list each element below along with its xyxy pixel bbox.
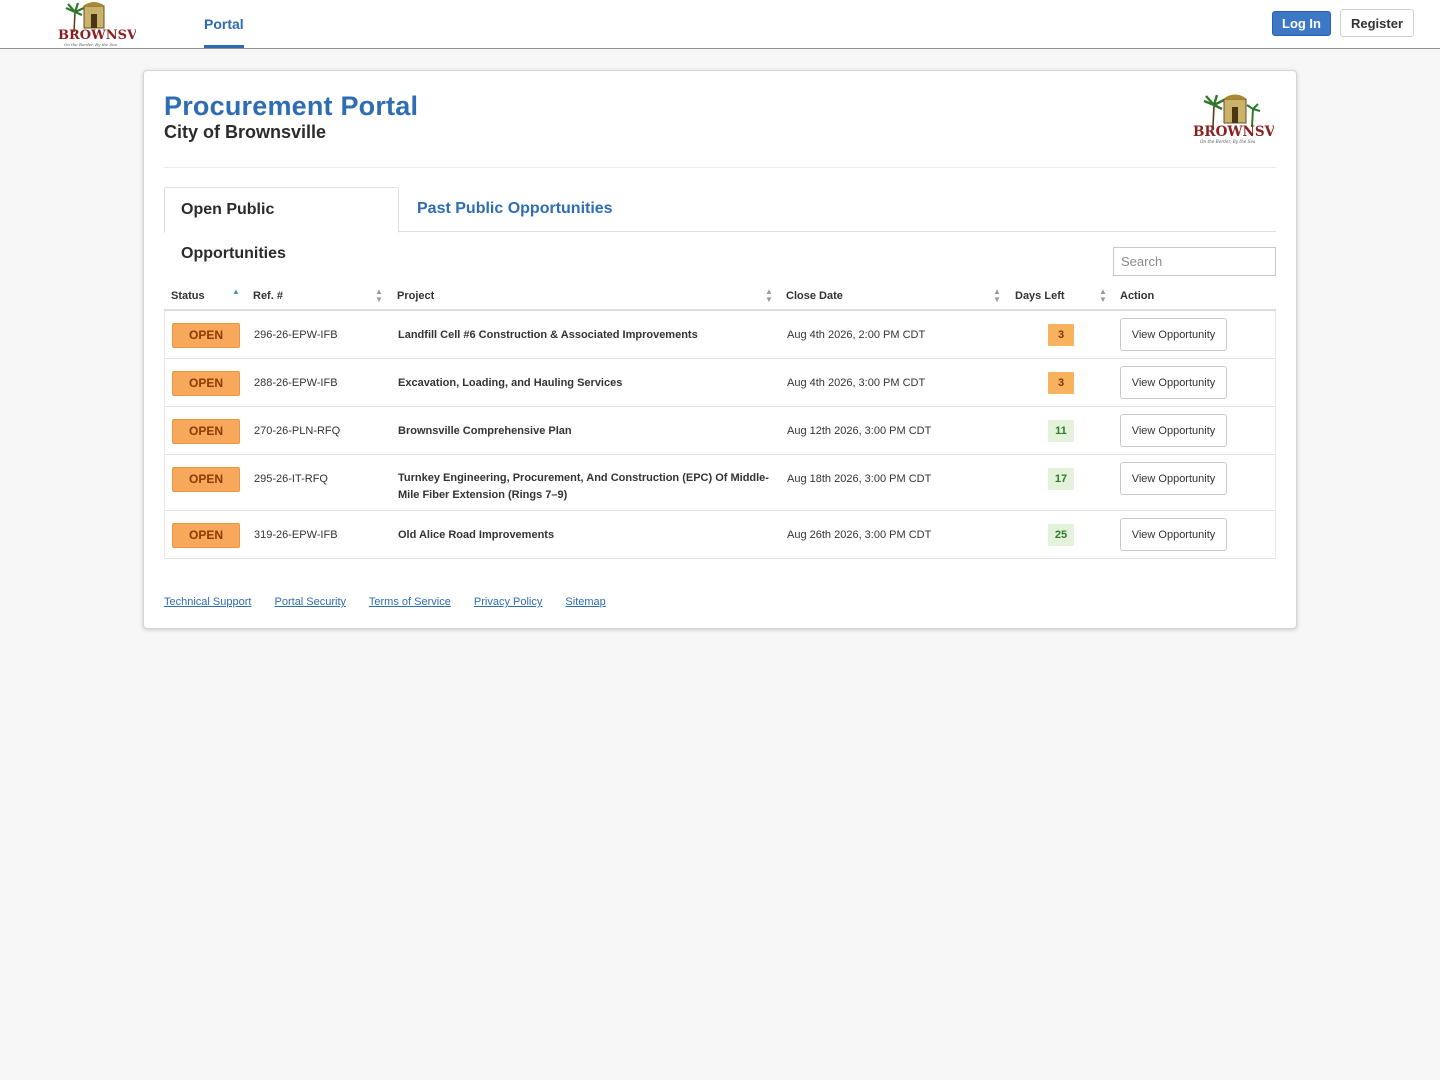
city-logo: BROWNSVILLE On the Border, By the Sea — [1193, 94, 1274, 144]
svg-text:BROWNSVILLE: BROWNSVILLE — [1193, 124, 1274, 140]
search-input[interactable] — [1113, 247, 1276, 276]
register-button[interactable]: Register — [1340, 9, 1414, 37]
header-divider — [164, 167, 1276, 168]
view-opportunity-button[interactable]: View Opportunity — [1120, 318, 1227, 351]
col-project-header[interactable]: Project — [397, 290, 434, 302]
building-icon — [83, 2, 105, 29]
footer-link-sitemap[interactable]: Sitemap — [565, 596, 605, 608]
view-opportunity-button[interactable]: View Opportunity — [1120, 518, 1227, 551]
opportunity-tabs: Open Public Opportunities Past Public Op… — [164, 187, 1276, 262]
footer-link-privacy-policy[interactable]: Privacy Policy — [474, 596, 542, 608]
table-header: Status ▲ Ref. # ▲ ▼ Project ▲ ▼ Close Date… — [164, 281, 1276, 311]
footer-link-technical-support[interactable]: Technical Support — [164, 596, 251, 608]
tab-open-opportunities[interactable]: Open Public Opportunities — [164, 187, 399, 262]
svg-text:On the Border, By the Sea: On the Border, By the Sea — [1200, 139, 1256, 144]
ref-number: 270-26-PLN-RFQ — [254, 425, 341, 437]
top-navbar: BROWNSVILLE On the Border, By the Sea Po… — [0, 0, 1440, 49]
table-row: OPEN 270-26-PLN-RFQ Brownsville Comprehe… — [164, 407, 1276, 455]
footer-link-terms-of-service[interactable]: Terms of Service — [369, 596, 451, 608]
building-icon — [1223, 94, 1261, 128]
sort-icon[interactable]: ▲ ▼ — [375, 288, 383, 304]
col-close-date-header[interactable]: Close Date — [786, 290, 843, 302]
view-opportunity-button[interactable]: View Opportunity — [1120, 462, 1227, 495]
table-row: OPEN 295-26-IT-RFQ Turnkey Engineering, … — [164, 455, 1276, 511]
table-row: OPEN 288-26-EPW-IFB Excavation, Loading,… — [164, 359, 1276, 407]
sort-asc-icon[interactable]: ▲ — [232, 288, 240, 296]
footer-link-portal-security[interactable]: Portal Security — [275, 596, 347, 608]
page-title: Procurement Portal — [164, 91, 419, 121]
page-subtitle: City of Brownsville — [164, 122, 327, 142]
nav-portal-link[interactable]: Portal — [204, 0, 244, 48]
ref-number: 319-26-EPW-IFB — [254, 529, 338, 541]
svg-text:On the Border, By the Sea: On the Border, By the Sea — [64, 42, 118, 47]
close-date: Aug 4th 2026, 3:00 PM CDT — [787, 377, 926, 389]
status-badge: OPEN — [172, 523, 240, 548]
col-ref-header[interactable]: Ref. # — [253, 290, 283, 302]
col-action-header: Action — [1120, 290, 1155, 302]
days-left-badge: 17 — [1048, 468, 1074, 490]
days-left-badge: 3 — [1048, 372, 1074, 394]
project-title: Turnkey Engineering, Procurement, And Co… — [398, 472, 769, 501]
logo-wordmark: BROWNSVILLE On the Border, By the Sea — [1193, 124, 1274, 144]
col-days-left-header[interactable]: Days Left — [1015, 290, 1065, 302]
palm-tree-icon — [1203, 94, 1225, 128]
footer-links: Technical Support Portal Security Terms … — [164, 596, 626, 608]
project-title: Old Alice Road Improvements — [398, 529, 555, 541]
status-badge: OPEN — [172, 419, 240, 444]
ref-number: 296-26-EPW-IFB — [254, 329, 338, 341]
project-title: Brownsville Comprehensive Plan — [398, 425, 572, 437]
tab-past-opportunities[interactable]: Past Public Opportunities — [401, 187, 629, 233]
close-date: Aug 26th 2026, 3:00 PM CDT — [787, 529, 932, 541]
close-date: Aug 12th 2026, 3:00 PM CDT — [787, 425, 932, 437]
days-left-badge: 3 — [1048, 324, 1074, 346]
ref-number: 295-26-IT-RFQ — [254, 473, 328, 485]
sort-icon[interactable]: ▲ ▼ — [765, 288, 773, 304]
view-opportunity-button[interactable]: View Opportunity — [1120, 414, 1227, 447]
sort-icon[interactable]: ▲ ▼ — [1099, 288, 1107, 304]
project-title: Landfill Cell #6 Construction & Associat… — [398, 329, 698, 341]
col-status-header[interactable]: Status — [171, 290, 205, 302]
opportunities-table: Status ▲ Ref. # ▲ ▼ Project ▲ ▼ Close Date… — [164, 281, 1276, 559]
days-left-badge: 25 — [1048, 524, 1074, 546]
brownsville-logo[interactable]: BROWNSVILLE On the Border, By the Sea — [56, 0, 136, 48]
login-button[interactable]: Log In — [1272, 11, 1331, 36]
status-badge: OPEN — [172, 371, 240, 396]
table-row: OPEN 296-26-EPW-IFB Landfill Cell #6 Con… — [164, 311, 1276, 359]
ref-number: 288-26-EPW-IFB — [254, 377, 338, 389]
status-badge: OPEN — [172, 323, 240, 348]
status-badge: OPEN — [172, 467, 240, 492]
svg-text:BROWNSVILLE: BROWNSVILLE — [58, 28, 136, 43]
table-row: OPEN 319-26-EPW-IFB Old Alice Road Impro… — [164, 511, 1276, 559]
sort-icon[interactable]: ▲ ▼ — [993, 288, 1001, 304]
close-date: Aug 18th 2026, 3:00 PM CDT — [787, 473, 932, 485]
main-card: Procurement Portal City of Brownsville B… — [143, 70, 1297, 629]
days-left-badge: 11 — [1048, 420, 1074, 442]
close-date: Aug 4th 2026, 2:00 PM CDT — [787, 329, 926, 341]
project-title: Excavation, Loading, and Hauling Service… — [398, 377, 623, 389]
logo-wordmark: BROWNSVILLE On the Border, By the Sea — [58, 28, 136, 47]
view-opportunity-button[interactable]: View Opportunity — [1120, 366, 1227, 399]
